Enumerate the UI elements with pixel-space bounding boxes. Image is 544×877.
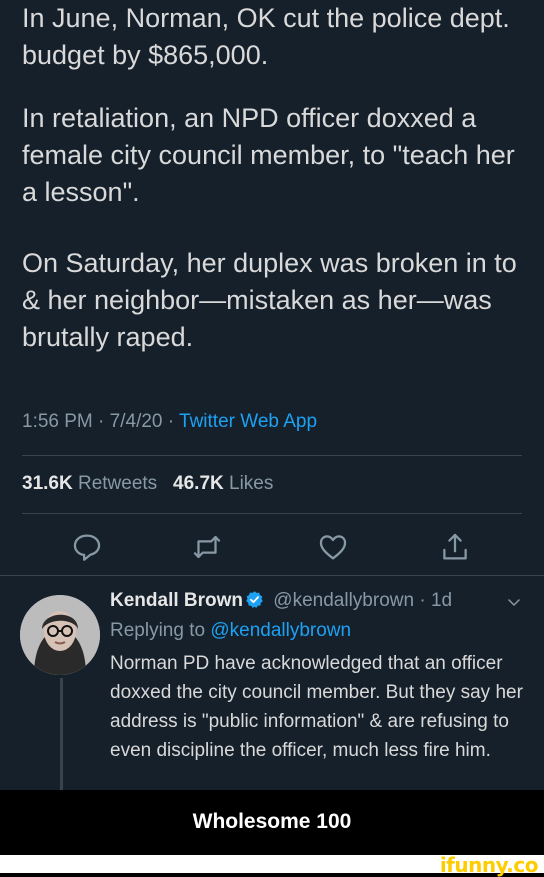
reply-tweet[interactable]: Kendall Brown @kendallybrown · 1d Replyi…: [110, 590, 530, 765]
tweet-date[interactable]: 7/4/20: [110, 411, 163, 432]
verified-icon: [245, 590, 264, 609]
likes-stat[interactable]: 46.7K Likes: [173, 473, 273, 494]
tweet-paragraph-3: On Saturday, her duplex was broken in to…: [22, 248, 517, 352]
reply-age: 1d: [430, 590, 453, 611]
tweet-source-link[interactable]: Twitter Web App: [179, 411, 317, 432]
divider: [0, 575, 544, 576]
replying-to-mention[interactable]: @kendallybrown: [210, 620, 351, 641]
divider: [22, 513, 522, 514]
meme-caption: Wholesome 100: [192, 810, 352, 833]
avatar[interactable]: [20, 595, 100, 675]
reply-text: Norman PD have acknowledged that an offi…: [110, 653, 523, 761]
tweet-screen: In June, Norman, OK cut the police dept.…: [0, 0, 544, 790]
ifunny-watermark: ifunny.co: [439, 853, 539, 877]
tweet-time[interactable]: 1:56 PM: [22, 411, 93, 432]
caption-bar: Wholesome 100: [0, 790, 544, 855]
reply-author-handle[interactable]: @kendallybrown: [273, 590, 414, 611]
share-icon[interactable]: [438, 530, 472, 564]
tweet-stats: 31.6K Retweets 46.7K Likes: [22, 473, 273, 495]
retweet-icon[interactable]: [190, 530, 224, 564]
reply-author-name[interactable]: Kendall Brown: [110, 590, 243, 611]
chevron-down-icon[interactable]: [506, 594, 522, 610]
divider: [22, 455, 522, 456]
thread-line: [60, 678, 63, 790]
retweets-stat[interactable]: 31.6K Retweets: [22, 473, 157, 494]
like-icon[interactable]: [316, 530, 350, 564]
tweet-paragraph-1: In June, Norman, OK cut the police dept.…: [22, 3, 510, 70]
watermark-bar: ifunny.co: [0, 853, 544, 877]
reply-header: Kendall Brown @kendallybrown · 1d: [110, 590, 453, 611]
tweet-timestamp: 1:56 PM · 7/4/20 · Twitter Web App: [22, 411, 318, 432]
replying-to: Replying to @kendallybrown: [110, 620, 352, 641]
tweet-paragraph-2: In retaliation, an NPD officer doxxed a …: [22, 103, 515, 207]
reply-icon[interactable]: [70, 530, 104, 564]
